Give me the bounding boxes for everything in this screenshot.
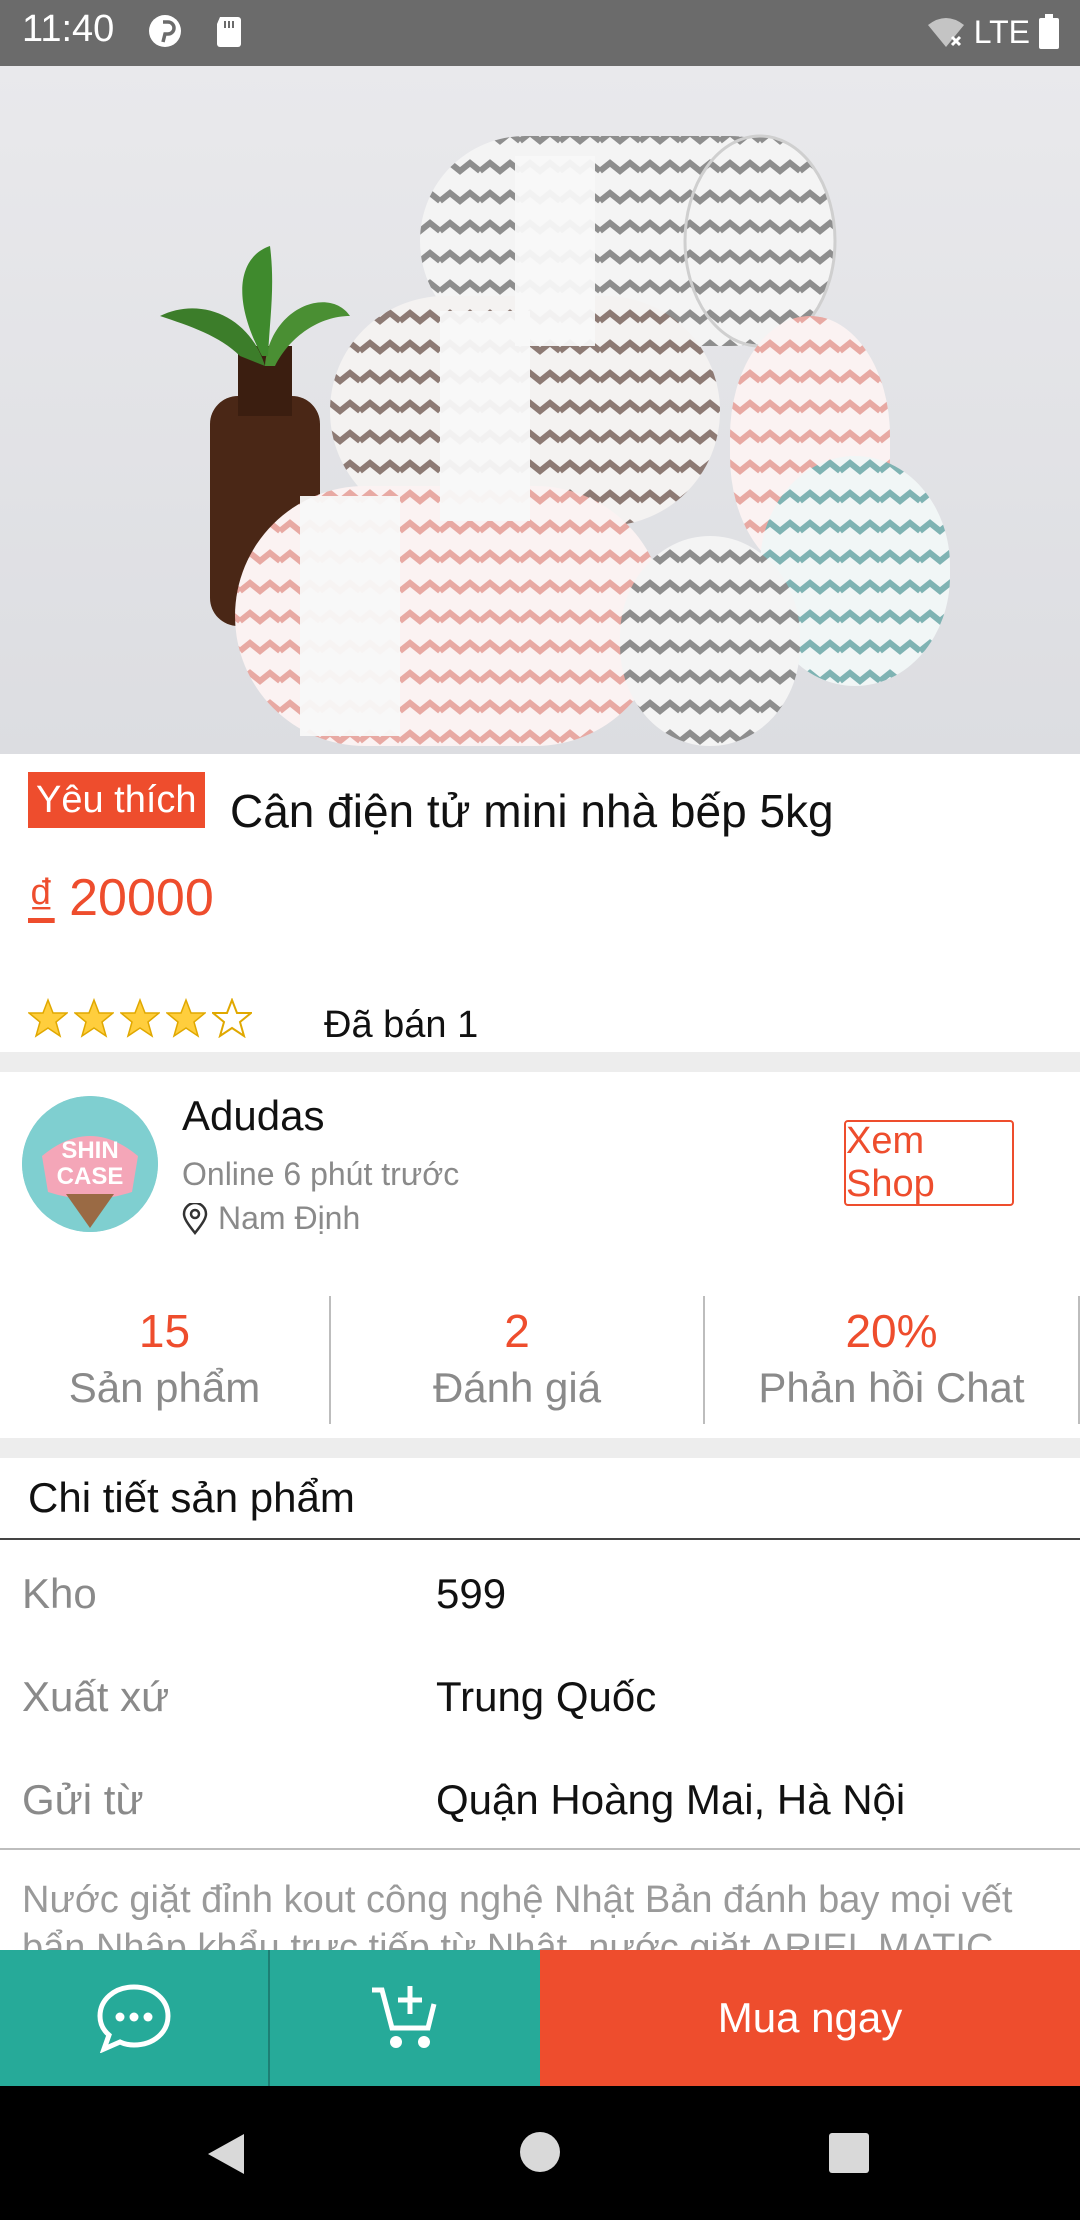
- currency-symbol: ₫: [28, 869, 55, 927]
- chat-button[interactable]: [0, 1950, 268, 2086]
- pinterest-icon: [149, 15, 181, 47]
- details-divider: [0, 1848, 1080, 1850]
- detail-value-ship-from: Quận Hoàng Mai, Hà Nội: [436, 1776, 906, 1823]
- navigation-bar: [0, 2086, 1080, 2220]
- status-bar: 11:40 LTE: [0, 0, 1080, 66]
- favorite-badge: Yêu thích: [28, 772, 205, 828]
- stat-reviews[interactable]: 2 Đánh giá: [331, 1296, 703, 1424]
- section-divider: [0, 1438, 1080, 1458]
- stat-products[interactable]: 15 Sản phẩm: [0, 1296, 329, 1424]
- product-image[interactable]: [0, 66, 1080, 754]
- section-divider: [0, 1052, 1080, 1072]
- details-title: Chi tiết sản phẩm: [28, 1474, 355, 1521]
- stat-label: Đánh giá: [432, 1364, 602, 1411]
- stat-label: Phản hồi Chat: [758, 1364, 1025, 1411]
- avatar-text-top: SHIN: [61, 1137, 118, 1164]
- home-icon[interactable]: [518, 2130, 562, 2174]
- detail-label-origin: Xuất xứ: [22, 1673, 170, 1720]
- avatar-text-bottom: CASE: [57, 1163, 124, 1190]
- product-description: Nước giặt đỉnh kout công nghệ Nhật Bản đ…: [22, 1879, 1013, 1952]
- shop-name[interactable]: Adudas: [182, 1092, 324, 1140]
- star-empty-icon: [212, 998, 252, 1038]
- chat-bubble-icon: [97, 1984, 171, 2053]
- sd-card-icon: [217, 17, 241, 47]
- shop-avatar[interactable]: SHIN CASE: [22, 1096, 158, 1232]
- buy-now-button[interactable]: Mua ngay: [540, 1950, 1080, 2086]
- wifi-off-icon: [927, 18, 964, 47]
- star-filled-icon: [120, 998, 160, 1038]
- product-price: ₫ 20000: [28, 868, 214, 928]
- star-filled-icon: [28, 998, 68, 1038]
- location-pin-icon: [182, 1202, 208, 1235]
- stat-value: 20%: [845, 1305, 938, 1357]
- towel-rolls-image: [160, 134, 950, 746]
- detail-label-stock: Kho: [22, 1570, 97, 1617]
- status-time: 11:40: [22, 8, 115, 50]
- shop-stats: 15 Sản phẩm 2 Đánh giá 20% Phản hồi Chat: [0, 1296, 1080, 1424]
- detail-value-origin: Trung Quốc: [436, 1673, 657, 1720]
- shop-logo: SHIN CASE: [22, 1096, 158, 1232]
- action-bar: Mua ngay: [0, 1950, 1080, 2086]
- rating-stars: [28, 998, 252, 1038]
- network-type: LTE: [973, 13, 1030, 50]
- product-title: Cân điện tử mini nhà bếp 5kg: [230, 785, 834, 837]
- star-filled-icon: [166, 998, 206, 1038]
- back-icon[interactable]: [204, 2130, 248, 2178]
- shop-location: Nam Định: [182, 1200, 360, 1237]
- status-right: LTE: [926, 12, 1060, 52]
- detail-value-stock: 599: [436, 1570, 507, 1617]
- stat-value: 2: [504, 1305, 530, 1357]
- stat-chat-response[interactable]: 20% Phản hồi Chat: [705, 1296, 1078, 1424]
- recents-icon[interactable]: [828, 2132, 870, 2174]
- add-to-cart-button[interactable]: [270, 1950, 540, 2086]
- details-underline: [0, 1538, 1080, 1540]
- add-to-cart-icon: [372, 1986, 437, 2048]
- star-filled-icon: [74, 998, 114, 1038]
- detail-label-ship-from: Gửi từ: [22, 1776, 144, 1823]
- sold-count: Đã bán 1: [324, 1004, 479, 1046]
- stat-label: Sản phẩm: [68, 1364, 261, 1411]
- shop-online-status: Online 6 phút trước: [182, 1156, 460, 1192]
- stat-value: 15: [138, 1305, 191, 1357]
- price-value: 20000: [69, 869, 214, 927]
- view-shop-button[interactable]: Xem Shop: [844, 1120, 1014, 1206]
- location-text: Nam Định: [218, 1200, 361, 1236]
- battery-icon: [1039, 14, 1059, 49]
